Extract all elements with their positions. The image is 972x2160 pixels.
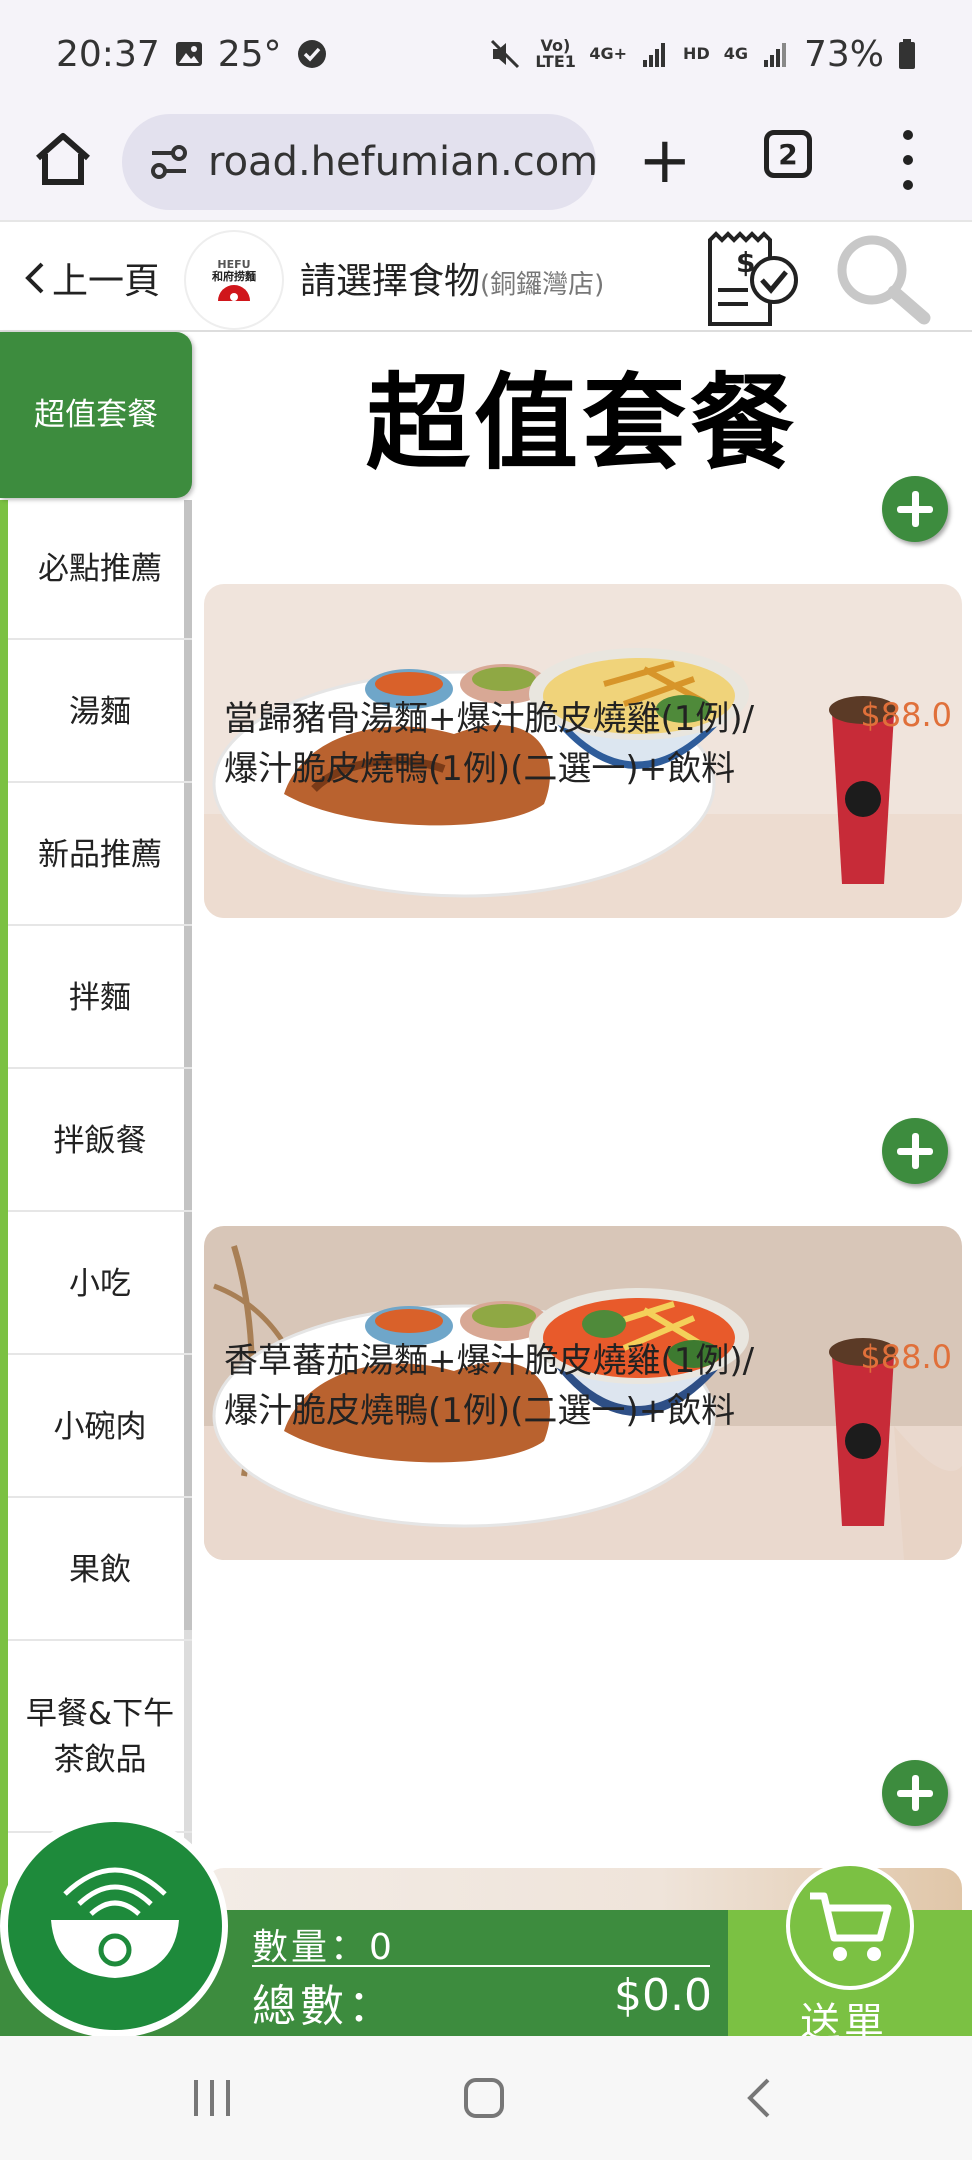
home-nav-icon[interactable]	[462, 2076, 506, 2124]
plus-icon	[897, 1775, 933, 1811]
search-icon[interactable]	[828, 230, 938, 330]
tab-switcher-button[interactable]: 2	[764, 130, 812, 178]
plus-icon	[897, 1133, 933, 1169]
url-bar[interactable]: road.hefumian.com	[122, 114, 596, 210]
plus-icon	[897, 491, 933, 527]
back-label: 上一頁	[52, 261, 161, 302]
category-sidebar: 超值套餐 必點推薦 湯麵 新品推薦 拌麵 拌飯餐 小吃 小碗肉 果飲 早餐&下午…	[0, 332, 192, 1912]
clock: 20:37	[56, 33, 160, 75]
cart-total-amount: $0.0	[614, 1970, 712, 2021]
screen: { "status_bar": { "time": "20:37", "temp…	[0, 0, 972, 2160]
brand-logo: HEFU 和府捞麵	[184, 230, 284, 330]
cart-quantity: 數量：0	[252, 1927, 395, 1968]
section-title: 超值套餐	[365, 361, 798, 484]
category-snacks[interactable]: 小吃	[8, 1214, 192, 1355]
add-set-button[interactable]	[882, 476, 948, 542]
chevron-left-icon	[25, 262, 44, 294]
signal-icon-2	[762, 40, 790, 68]
category-recommended[interactable]: 必點推薦	[8, 500, 192, 640]
url-text: road.hefumian.com	[208, 139, 596, 185]
signal-icon	[641, 40, 669, 68]
cart-divider	[252, 1965, 710, 1967]
back-nav-icon[interactable]	[738, 2076, 782, 2124]
network-4g: 4G	[723, 44, 748, 63]
add-item-button[interactable]	[882, 1760, 948, 1826]
category-breakfast-tea[interactable]: 早餐&下午茶飲品	[8, 1643, 192, 1833]
browser-toolbar: road.hefumian.com + 2	[0, 108, 972, 220]
system-nav-bar	[0, 2036, 972, 2160]
recent-apps-icon[interactable]	[190, 2076, 234, 2124]
menu-content: 超值套餐 當歸豬骨湯麵+爆汁脆皮燒雞(1例)/爆汁脆皮燒鴨(1例)(二選一)+飲…	[192, 332, 972, 1912]
check-badge-icon	[296, 38, 328, 70]
browser-menu-icon[interactable]	[896, 130, 920, 190]
item-name[interactable]: 香草蕃茄湯麵+爆汁脆皮燒雞(1例)/爆汁脆皮燒鴨(1例)(二選一)+飲料	[224, 1336, 784, 1436]
category-fruit-drinks[interactable]: 果飲	[8, 1500, 192, 1641]
submit-order-button[interactable]	[786, 1862, 914, 1990]
battery-icon	[898, 38, 916, 70]
category-soup-noodles[interactable]: 湯麵	[8, 642, 192, 783]
hd-label: HD	[683, 44, 710, 63]
category-mixed-noodles[interactable]: 拌麵	[8, 928, 192, 1069]
page-header: 上一頁 HEFU 和府捞麵 請選擇食物(銅鑼灣店) $	[0, 220, 972, 332]
category-new[interactable]: 新品推薦	[8, 785, 192, 926]
battery-percent: 73%	[803, 33, 884, 75]
gallery-icon	[174, 39, 204, 69]
mute-icon	[489, 38, 521, 70]
site-settings-icon[interactable]	[148, 141, 190, 183]
shopping-cart-icon	[810, 1892, 892, 1961]
bowl-icon[interactable]	[8, 1822, 222, 2030]
cart-total-label: 總數：	[252, 1981, 396, 2032]
volte-label: Vo) LTE1	[535, 36, 576, 71]
home-icon[interactable]	[28, 124, 98, 194]
network-4g-plus: 4G+	[589, 44, 628, 63]
store-name: (銅鑼灣店)	[480, 270, 605, 300]
item-name[interactable]: 當歸豬骨湯麵+爆汁脆皮燒雞(1例)/爆汁脆皮燒鴨(1例)(二選一)+飲料	[224, 694, 784, 794]
new-tab-button[interactable]: +	[638, 126, 692, 196]
item-price: $88.0	[860, 1338, 952, 1376]
category-value-set[interactable]: 超值套餐	[0, 332, 192, 498]
sidebar-accent-rail	[0, 500, 8, 1912]
item-price: $88.0	[860, 696, 952, 734]
page-title: 請選擇食物(銅鑼灣店)	[300, 261, 605, 302]
status-bar: 20:37 25° Vo) LTE1 4G+ HD 4G 73%	[0, 0, 972, 108]
order-receipt-icon[interactable]: $	[704, 230, 806, 330]
category-rice-set[interactable]: 拌飯餐	[8, 1071, 192, 1212]
back-button[interactable]: 上一頁	[22, 252, 160, 304]
category-small-bowl-meat[interactable]: 小碗肉	[8, 1357, 192, 1498]
temperature: 25°	[217, 33, 282, 75]
add-item-button[interactable]	[882, 1118, 948, 1184]
